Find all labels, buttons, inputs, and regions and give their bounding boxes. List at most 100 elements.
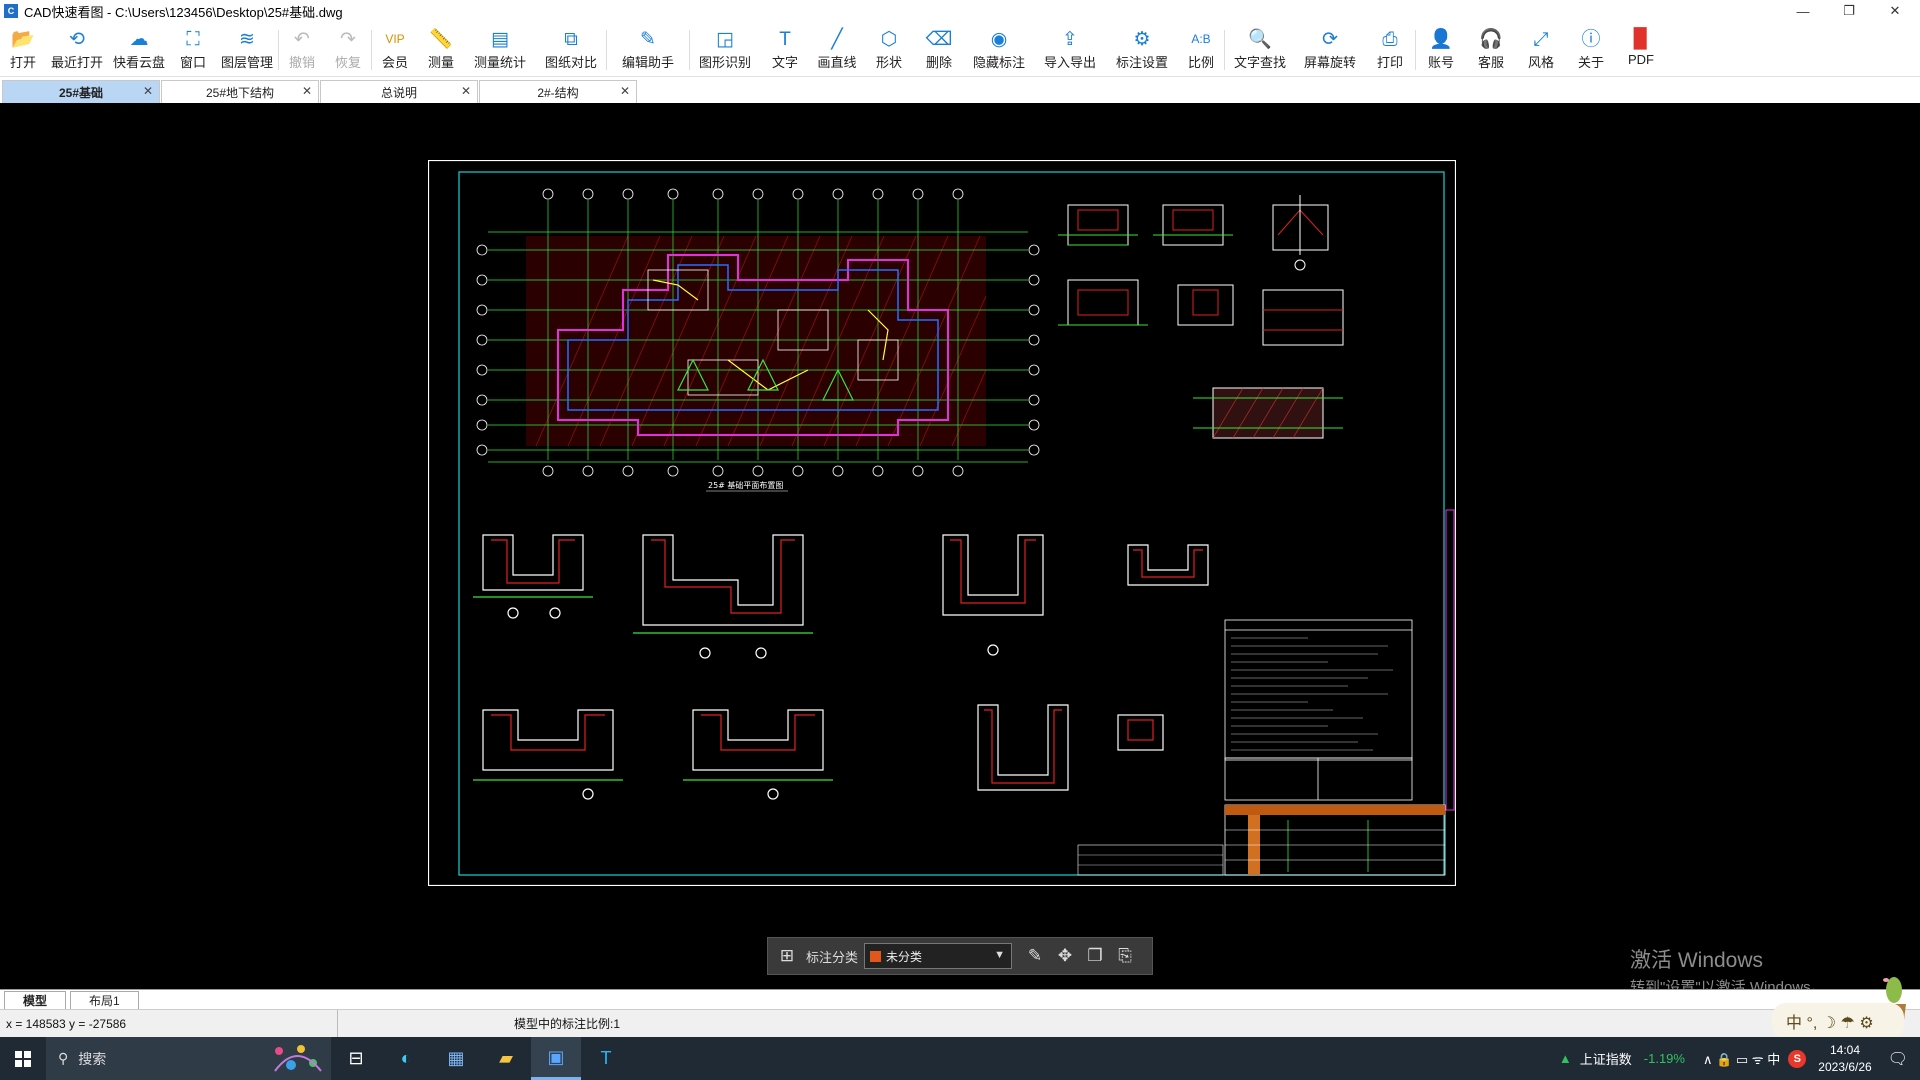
calculator-icon[interactable]: ▦ bbox=[431, 1037, 481, 1080]
annotation-category-select[interactable]: 未分类 ▼ bbox=[864, 943, 1013, 969]
tab-layout1[interactable]: 布局1 bbox=[70, 991, 139, 1009]
grid-apps-icon[interactable]: ⊞ bbox=[772, 941, 802, 971]
toolbar-window-button[interactable]: ⛶ 窗口 bbox=[170, 22, 216, 77]
toolbar-headset-button[interactable]: 🎧 客服 bbox=[1466, 22, 1516, 77]
toolbar-label: 关于 bbox=[1577, 55, 1604, 70]
top-right-details bbox=[1058, 195, 1344, 346]
tab-2-structure[interactable]: 2#-结构 ✕ bbox=[479, 80, 637, 103]
toolbar-text-search-button[interactable]: 🔍 文字查找 bbox=[1225, 22, 1295, 77]
move-icon[interactable]: ✥ bbox=[1050, 941, 1080, 971]
toolbar-redo-button[interactable]: ↷ 恢复 bbox=[325, 22, 371, 77]
toolbar-scale-button[interactable]: A:B 比例 bbox=[1178, 22, 1224, 77]
toolbar-info-button[interactable]: ⓘ 关于 bbox=[1566, 22, 1616, 77]
stock-name: 上证指数 bbox=[1579, 1052, 1632, 1067]
toolbar-rotate-screen-button[interactable]: ⟳ 屏幕旋转 bbox=[1295, 22, 1365, 77]
tray-icons[interactable]: ∧ 🔒 ▭ ᯤ 中 bbox=[1703, 1049, 1780, 1068]
toolbar-edit-assistant-button[interactable]: ✎ 编辑助手 bbox=[607, 22, 689, 77]
toolbar-account-button[interactable]: 👤 账号 bbox=[1416, 22, 1466, 77]
toolbar-label: 标注设置 bbox=[1115, 55, 1168, 70]
paste-icon[interactable]: ⎘ bbox=[1110, 941, 1140, 971]
toolbar-label: 图纸对比 bbox=[544, 55, 597, 70]
toolbar-label: 屏幕旋转 bbox=[1303, 55, 1356, 70]
toolbar-recent-button[interactable]: ⟲ 最近打开 bbox=[46, 22, 108, 77]
toolbar-cloud-button[interactable]: ☁ 快看云盘 bbox=[108, 22, 170, 77]
toolbar-print-button[interactable]: ⎙ 打印 bbox=[1365, 22, 1415, 77]
window-icon: ⛶ bbox=[186, 28, 200, 50]
toolbar-label: 文字 bbox=[771, 55, 798, 70]
tab-close-icon[interactable]: ✕ bbox=[620, 84, 630, 98]
toolbar-label: 账号 bbox=[1427, 55, 1454, 70]
search-highlight-icon bbox=[274, 1045, 322, 1072]
tab-25-underground-structure[interactable]: 25#地下结构 ✕ bbox=[161, 80, 319, 103]
toolbar-undo-button[interactable]: ↶ 撤销 bbox=[279, 22, 325, 77]
toolbar-label: 最近打开 bbox=[50, 55, 103, 70]
minimize-button[interactable]: — bbox=[1780, 0, 1826, 22]
toolbar-label: 测量统计 bbox=[473, 55, 526, 70]
toolbar-measure-button[interactable]: 📏 测量 bbox=[418, 22, 464, 77]
toolbar-eraser-button[interactable]: ⌫ 删除 bbox=[914, 22, 964, 77]
toolbar-compare-button[interactable]: ⧉ 图纸对比 bbox=[536, 22, 606, 77]
tab-25-foundation[interactable]: 25#基础 ✕ bbox=[2, 80, 160, 103]
cad-drawing-sheet[interactable]: 25# 基础平面布置图 bbox=[428, 160, 1456, 886]
system-tray: ▲ 上证指数 -1.19% ∧ 🔒 ▭ ᯤ 中 S 14:04 2023/6/2… bbox=[1559, 1037, 1920, 1080]
toolbar-shape-recognize-button[interactable]: ◲ 图形识别 bbox=[690, 22, 760, 77]
annotation-category-label: 标注分类 bbox=[806, 949, 859, 965]
folder-open-icon: 📂 bbox=[11, 28, 35, 50]
info-icon: ⓘ bbox=[1581, 28, 1601, 50]
plan-title: 25# 基础平面布置图 bbox=[708, 480, 783, 490]
toolbar-import-export-button[interactable]: ⇪ 导入导出 bbox=[1034, 22, 1106, 77]
toolbar-measure-stats-button[interactable]: ▤ 测量统计 bbox=[464, 22, 536, 77]
stock-widget[interactable]: ▲ 上证指数 -1.19% bbox=[1559, 1049, 1685, 1068]
toolbar-hide-annotation-button[interactable]: ◉ 隐藏标注 bbox=[964, 22, 1034, 77]
cloud-icon: ☁ bbox=[129, 28, 149, 50]
cad-viewer-taskbar-icon[interactable]: ▣ bbox=[531, 1037, 581, 1080]
section-details-row2 bbox=[473, 704, 1164, 800]
system-clock[interactable]: 14:04 2023/6/26 bbox=[1818, 1042, 1871, 1076]
hatched-detail bbox=[1193, 387, 1343, 439]
toolbar-label: 画直线 bbox=[817, 55, 857, 70]
toolbar-folder-open-button[interactable]: 📂 打开 bbox=[0, 22, 46, 77]
toolbar-annotation-settings-button[interactable]: ⚙ 标注设置 bbox=[1106, 22, 1178, 77]
toolbar-text-button[interactable]: T 文字 bbox=[760, 22, 810, 77]
main-toolbar: 📂 打开 ⟲ 最近打开 ☁ 快看云盘 ⛶ 窗口 ≋ 图层管理 ↶ 撤销 ↷ 恢复 VIP 会员 📏 测量 ▤ 测量统计… bbox=[0, 22, 1920, 77]
drawing-canvas[interactable]: 25# 基础平面布置图 激活 Windows 转到"设置"以激活 Windows… bbox=[0, 103, 1920, 996]
sogou-ime-icon[interactable]: S bbox=[1788, 1049, 1807, 1068]
eraser-icon: ⌫ bbox=[925, 28, 953, 50]
shape-icon: ⬡ bbox=[880, 28, 898, 50]
notification-icon[interactable]: 🗨 bbox=[1888, 1049, 1908, 1069]
taskbar-search[interactable]: ⚲ 搜索 bbox=[46, 1037, 331, 1080]
ime-toolbar[interactable]: 中 °, ☽ ☂ ⚙ bbox=[1772, 1003, 1904, 1039]
task-view-icon[interactable]: ⊟ bbox=[331, 1037, 381, 1080]
annotation-settings-icon: ⚙ bbox=[1133, 28, 1151, 50]
toolbar-pdf-button[interactable]: ▉ PDF bbox=[1616, 22, 1666, 77]
windows-start-icon[interactable] bbox=[0, 1037, 46, 1080]
file-explorer-icon[interactable]: ▰ bbox=[481, 1037, 531, 1080]
text-app-icon[interactable]: T bbox=[581, 1037, 631, 1080]
toolbar-layers-button[interactable]: ≋ 图层管理 bbox=[216, 22, 278, 77]
copy-icon[interactable]: ❐ bbox=[1080, 941, 1110, 971]
toolbar-label: 图层管理 bbox=[220, 55, 273, 70]
toolbar-label: PDF bbox=[1628, 52, 1654, 67]
toolbar-shape-button[interactable]: ⬡ 形状 bbox=[864, 22, 914, 77]
maximize-button[interactable]: ❐ bbox=[1826, 0, 1872, 22]
toolbar-label: 快看云盘 bbox=[112, 55, 165, 70]
text-search-icon: 🔍 bbox=[1248, 28, 1272, 50]
tab-close-icon[interactable]: ✕ bbox=[461, 84, 471, 98]
toolbar-line-button[interactable]: ╱ 画直线 bbox=[810, 22, 864, 77]
redo-icon: ↷ bbox=[340, 28, 356, 50]
line-icon: ╱ bbox=[831, 28, 843, 50]
tab-close-icon[interactable]: ✕ bbox=[143, 84, 153, 98]
toolbar-style-button[interactable]: ⤢ 风格 bbox=[1516, 22, 1566, 77]
tab-model[interactable]: 模型 bbox=[4, 991, 67, 1009]
tab-close-icon[interactable]: ✕ bbox=[302, 84, 312, 98]
tab-general-notes[interactable]: 总说明 ✕ bbox=[320, 80, 478, 103]
undo-icon: ↶ bbox=[294, 28, 310, 50]
edge-browser-icon[interactable]: ◐ bbox=[381, 1037, 431, 1080]
close-window-button[interactable]: ✕ bbox=[1872, 0, 1918, 22]
toolbar-vip-button[interactable]: VIP 会员 bbox=[372, 22, 418, 77]
toolbar-label: 撤销 bbox=[288, 55, 315, 70]
toolbar-label: 图形识别 bbox=[698, 55, 751, 70]
layout-tab-bar: 模型 布局1 bbox=[0, 989, 1920, 1009]
edit-icon[interactable]: ✎ bbox=[1020, 941, 1050, 971]
print-icon: ⎙ bbox=[1382, 28, 1398, 50]
